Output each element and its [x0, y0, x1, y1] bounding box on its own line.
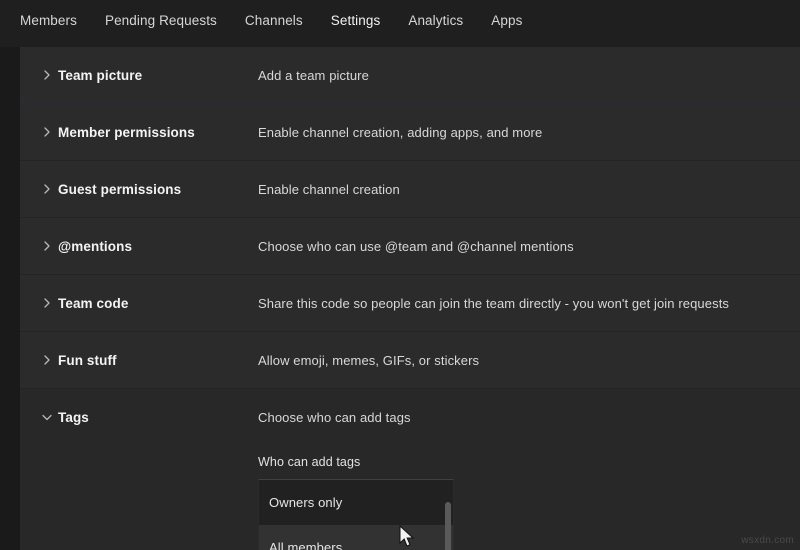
settings-row-description: Enable channel creation [258, 181, 400, 197]
dropdown-scrollbar-thumb[interactable] [445, 502, 451, 550]
tab-label: Members [20, 13, 77, 28]
chevron-right-icon[interactable] [36, 298, 58, 308]
settings-row-title: Guest permissions [58, 181, 182, 197]
tab-label: Pending Requests [104, 13, 217, 28]
tab-label: Settings [330, 13, 381, 28]
tab-members[interactable]: Members [20, 13, 77, 36]
settings-row-title: Team picture [58, 67, 143, 83]
tab-apps[interactable]: Apps [491, 13, 522, 36]
settings-row-description: Add a team picture [258, 67, 369, 83]
settings-row-description: Choose who can use @team and @channel me… [258, 238, 574, 254]
chevron-right-icon[interactable] [36, 70, 58, 80]
settings-row-mentions[interactable]: @mentions Choose who can use @team and @… [20, 218, 800, 274]
settings-row-tags[interactable]: Tags Choose who can add tags [20, 389, 800, 445]
chevron-right-icon[interactable] [36, 355, 58, 365]
tags-settings-body: Who can add tags Owners only All members [20, 445, 800, 550]
dropdown-option-all-members[interactable]: All members [259, 525, 453, 550]
tab-channels[interactable]: Channels [245, 13, 303, 36]
watermark-text: wsxdn.com [741, 535, 794, 546]
settings-row-title: Tags [58, 409, 89, 425]
tab-label: Analytics [408, 13, 464, 28]
tab-settings[interactable]: Settings [331, 13, 381, 36]
chevron-right-icon[interactable] [36, 241, 58, 251]
settings-row-title: Member permissions [58, 124, 195, 140]
chevron-down-icon[interactable] [36, 414, 58, 421]
tab-label: Apps [491, 13, 523, 28]
settings-row-guest-permissions[interactable]: Guest permissions Enable channel creatio… [20, 161, 800, 217]
team-settings-tabbar: Members Pending Requests Channels Settin… [0, 0, 800, 47]
settings-row-team-picture[interactable]: Team picture Add a team picture [20, 47, 800, 103]
tab-label: Channels [244, 13, 303, 28]
settings-row-description: Enable channel creation, adding apps, an… [258, 124, 543, 140]
settings-row-title: @mentions [58, 238, 133, 254]
settings-row-title: Team code [58, 295, 129, 311]
who-can-add-tags-label: Who can add tags [258, 455, 361, 469]
settings-row-description: Share this code so people can join the t… [258, 295, 730, 311]
chevron-right-icon[interactable] [36, 184, 58, 194]
settings-row-member-permissions[interactable]: Member permissions Enable channel creati… [20, 104, 800, 160]
settings-row-fun-stuff[interactable]: Fun stuff Allow emoji, memes, GIFs, or s… [20, 332, 800, 388]
settings-row-description: Allow emoji, memes, GIFs, or stickers [258, 352, 480, 368]
dropdown-option-owners-only[interactable]: Owners only [259, 480, 453, 525]
dropdown-option-label: Owners only [269, 495, 343, 510]
tab-analytics[interactable]: Analytics [408, 13, 463, 36]
dropdown-option-label: All members [269, 540, 343, 550]
settings-row-description: Choose who can add tags [258, 409, 411, 425]
settings-row-title: Fun stuff [58, 352, 117, 368]
settings-panel: Team picture Add a team picture Member p… [20, 47, 800, 550]
who-can-add-tags-dropdown[interactable]: Owners only All members [258, 479, 454, 550]
tab-pending-requests[interactable]: Pending Requests [105, 13, 217, 36]
chevron-right-icon[interactable] [36, 127, 58, 137]
settings-row-team-code[interactable]: Team code Share this code so people can … [20, 275, 800, 331]
